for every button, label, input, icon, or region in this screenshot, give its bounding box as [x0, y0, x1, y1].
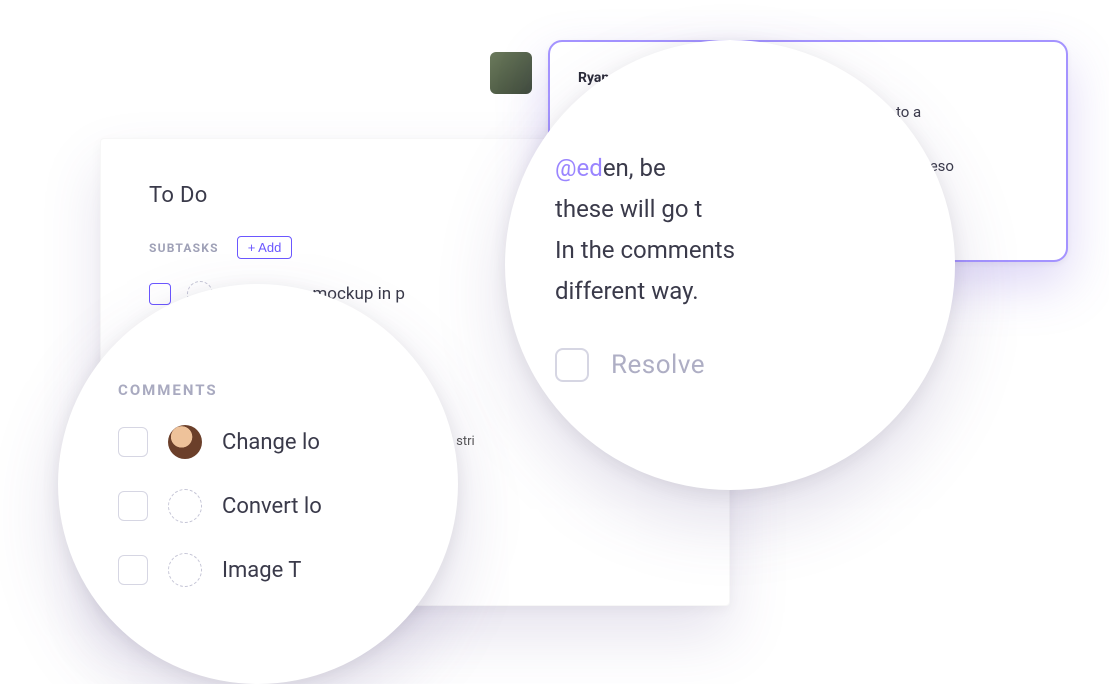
assignee-placeholder-icon[interactable] [168, 489, 202, 523]
lens-line: In the comments [555, 236, 735, 264]
comments-lens: COMMENTS Change lo Convert lo Image T [58, 284, 458, 684]
comment-item-label: Image T [222, 558, 301, 583]
comment-item-label: Change lo [222, 430, 320, 455]
subtasks-label: SUBTASKS [149, 241, 219, 255]
resolve-row[interactable]: Resolve [555, 348, 905, 382]
commenter-avatar[interactable] [490, 52, 532, 94]
avatar-icon[interactable] [168, 425, 202, 459]
comment-item-label: Convert lo [222, 494, 322, 519]
lens-line: different way. [555, 277, 699, 305]
checkbox-icon[interactable] [149, 283, 171, 305]
lens-line: these will go t [555, 195, 702, 223]
resolve-label: Resolve [611, 350, 705, 380]
lens-body: @eden, be these will go t In the comment… [555, 148, 905, 311]
add-subtask-button[interactable]: + Add [237, 236, 293, 259]
add-button-label: + Add [248, 240, 282, 255]
assignee-placeholder-icon[interactable] [168, 553, 202, 587]
comment-item[interactable]: Image T [118, 553, 458, 587]
resolve-lens: @eden, be these will go t In the comment… [505, 40, 955, 490]
comments-lens-title: COMMENTS [118, 381, 458, 399]
checkbox-icon[interactable] [118, 427, 148, 457]
comment-item[interactable]: Convert lo [118, 489, 458, 523]
checkbox-icon[interactable] [118, 555, 148, 585]
comment-item[interactable]: Change lo [118, 425, 458, 459]
checkbox-icon[interactable] [118, 491, 148, 521]
mention-link[interactable]: @ed [555, 154, 603, 182]
resolve-checkbox-icon[interactable] [555, 348, 589, 382]
